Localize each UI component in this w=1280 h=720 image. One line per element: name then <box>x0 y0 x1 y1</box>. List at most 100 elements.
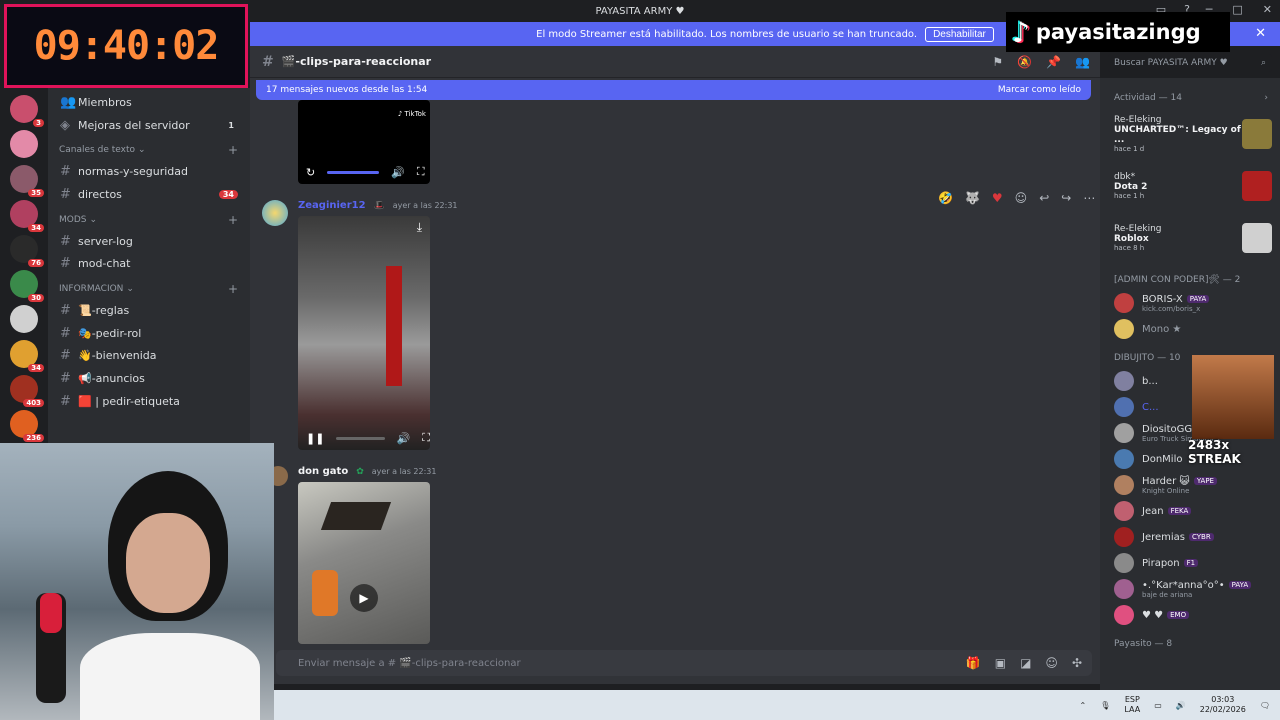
sticker-icon[interactable]: ◪ <box>1020 656 1031 670</box>
message-author[interactable]: don gato <box>298 466 348 477</box>
sidebar-item-members[interactable]: 👥 Miembros <box>48 91 250 114</box>
member-item[interactable]: BORIS-X PAYA kick.com/boris_x <box>1100 290 1280 316</box>
volume-slider[interactable] <box>327 170 380 174</box>
emoji-icon[interactable]: ☺ <box>1045 656 1058 670</box>
channel-item[interactable]: # mod-chat <box>48 252 250 275</box>
volume-icon[interactable]: 🔊 <box>397 432 411 445</box>
video-frame-detail <box>320 502 392 530</box>
play-icon[interactable]: ▶ <box>350 584 378 612</box>
reply-icon[interactable]: ↩ <box>1039 191 1049 205</box>
channel-hash-icon: # <box>60 325 71 341</box>
server-icon[interactable]: 3 <box>10 95 44 127</box>
video-attachment[interactable]: ▶ <box>298 482 430 644</box>
system-clock[interactable]: 03:03 22/02/2026 <box>1200 695 1246 715</box>
apps-icon[interactable]: ✣ <box>1072 656 1082 670</box>
server-icon[interactable] <box>10 305 38 333</box>
new-messages-bar[interactable]: 17 mensajes nuevos desde las 1:54 Marcar… <box>256 80 1091 100</box>
reaction-emoji-icon[interactable]: 🐺 <box>965 191 980 205</box>
server-icon[interactable]: 236 <box>10 410 44 442</box>
member-item[interactable]: •.°Kar*anna°o°• PAYA baje de ariana <box>1100 576 1280 602</box>
more-icon[interactable]: ⋯ <box>1083 191 1095 205</box>
language-indicator[interactable]: ESP LAA <box>1124 695 1140 715</box>
channel-category[interactable]: MODS ⌄ + <box>48 210 250 230</box>
server-icon[interactable]: 35 <box>10 165 44 197</box>
video-attachment[interactable]: ⤓ ❚❚ 🔊 ⛶ <box>298 216 430 450</box>
member-item[interactable]: Harder 😺 YAPE Knight Online <box>1100 472 1280 498</box>
maximize-icon[interactable]: □ <box>1232 3 1242 16</box>
server-icon[interactable]: 403 <box>10 375 44 407</box>
channel-item[interactable]: # 🎭-pedir-rol <box>48 322 250 345</box>
webcam-overlay <box>0 443 274 720</box>
volume-icon[interactable]: 🔊 <box>391 166 405 179</box>
member-item[interactable]: Pirapon F1 <box>1100 550 1280 576</box>
member-item[interactable]: ♥ ♥ EMO <box>1100 602 1280 628</box>
server-icon[interactable]: 76 <box>10 235 44 267</box>
tray-up-icon[interactable]: ⌃ <box>1080 701 1087 710</box>
channel-item[interactable]: # directos 34 <box>48 183 250 206</box>
download-icon[interactable]: ⤓ <box>417 220 422 235</box>
close-banner-icon[interactable]: ✕ <box>1255 26 1266 41</box>
channel-category[interactable]: Canales de texto ⌄ + <box>48 140 250 160</box>
member-item[interactable]: Mono ★ <box>1100 316 1280 342</box>
sidebar-item-boosts[interactable]: ◈ Mejoras del servidor 1 <box>48 114 250 137</box>
channel-header: # 🎬-clips-para-reaccionar ⚑ 🔕 📌 👥 <box>250 46 1100 78</box>
header-actions: ⚑ 🔕 📌 👥 <box>992 55 1090 69</box>
add-channel-icon[interactable]: + <box>228 282 238 296</box>
fullscreen-icon[interactable]: ⛶ <box>422 431 430 445</box>
previous-video[interactable]: ♪ TikTok ↻ 🔊 ⛶ <box>298 100 430 184</box>
network-icon[interactable]: ▭ <box>1154 701 1162 710</box>
pause-icon[interactable]: ❚❚ <box>306 432 324 445</box>
channel-label: 🟥 | pedir-etiqueta <box>78 394 180 408</box>
channel-item[interactable]: # 🟥 | pedir-etiqueta <box>48 390 250 413</box>
replay-icon[interactable]: ↻ <box>306 166 315 179</box>
gift-icon[interactable]: 🎁 <box>966 656 981 670</box>
mute-icon[interactable]: 🔕 <box>1017 55 1032 69</box>
notifications-icon[interactable]: 🗨 <box>1260 701 1270 710</box>
gif-icon[interactable]: ▣ <box>995 656 1006 670</box>
channel-item[interactable]: # 📜-reglas <box>48 299 250 322</box>
reaction-emoji-icon[interactable]: 🤣 <box>938 191 953 205</box>
channel-label: directos <box>78 187 122 201</box>
search-input[interactable]: Buscar PAYASITA ARMY ♥ ⌕ <box>1108 54 1272 72</box>
server-icon[interactable]: 34 <box>10 200 44 232</box>
chevron-right-icon[interactable]: › <box>1264 93 1268 103</box>
channel-item[interactable]: # normas-y-seguridad <box>48 160 250 183</box>
members-icon[interactable]: 👥 <box>1075 55 1090 69</box>
volume-tray-icon[interactable]: 🔊 <box>1176 701 1186 710</box>
channel-category[interactable]: INFORMACION ⌄ + <box>48 279 250 299</box>
server-icon[interactable] <box>10 130 38 158</box>
heart-icon[interactable]: ♥ <box>992 191 1003 205</box>
progress-slider[interactable] <box>336 436 385 440</box>
activity-card[interactable]: Re-Eleking UNCHARTED™: Legacy of ... hace … <box>1100 108 1280 160</box>
member-item[interactable]: Jeremias CYBR <box>1100 524 1280 550</box>
channel-item[interactable]: # server-log <box>48 230 250 253</box>
message-input[interactable]: Enviar mensaje a # 🎬-clips-para-reaccion… <box>276 650 1092 676</box>
add-channel-icon[interactable]: + <box>228 213 238 227</box>
pin-icon[interactable]: 📌 <box>1046 55 1061 69</box>
mic-tray-icon[interactable]: 🎙 <box>1100 701 1110 710</box>
channel-item[interactable]: # 👋-bienvenida <box>48 345 250 368</box>
add-channel-icon[interactable]: + <box>228 143 238 157</box>
add-reaction-icon[interactable]: ☺ <box>1015 191 1028 205</box>
member-tag: PAYA <box>1186 295 1210 303</box>
activity-card[interactable]: dbk* Dota 2 hace 1 h <box>1100 160 1280 212</box>
member-item[interactable]: Jean FEKA <box>1100 498 1280 524</box>
tiktok-brand-overlay: ♪ payasitazingg <box>1006 12 1230 52</box>
mark-as-read-button[interactable]: Marcar como leído <box>998 85 1081 95</box>
threads-icon[interactable]: ⚑ <box>992 55 1003 69</box>
window-close-icon[interactable]: ✕ <box>1263 3 1272 16</box>
avatar[interactable] <box>262 200 288 226</box>
server-badge: 3 <box>33 119 44 127</box>
channel-item[interactable]: # 📢-anuncios <box>48 367 250 390</box>
activity-card[interactable]: Re-Eleking Roblox hace 8 h <box>1100 212 1280 264</box>
message-author[interactable]: Zeaginier12 <box>298 200 366 211</box>
channel-hash-icon: # <box>60 233 71 249</box>
forward-icon[interactable]: ↪ <box>1061 191 1071 205</box>
disable-streamer-button[interactable]: Deshabilitar <box>925 26 994 42</box>
fullscreen-icon[interactable]: ⛶ <box>417 165 425 179</box>
server-icon[interactable]: 34 <box>10 340 44 372</box>
sidebar-item-label: Miembros <box>78 95 132 109</box>
server-icon[interactable]: 30 <box>10 270 44 302</box>
channel-label: 🎭-pedir-rol <box>78 326 142 340</box>
tiktok-logo-icon: ♪ <box>1012 15 1030 49</box>
